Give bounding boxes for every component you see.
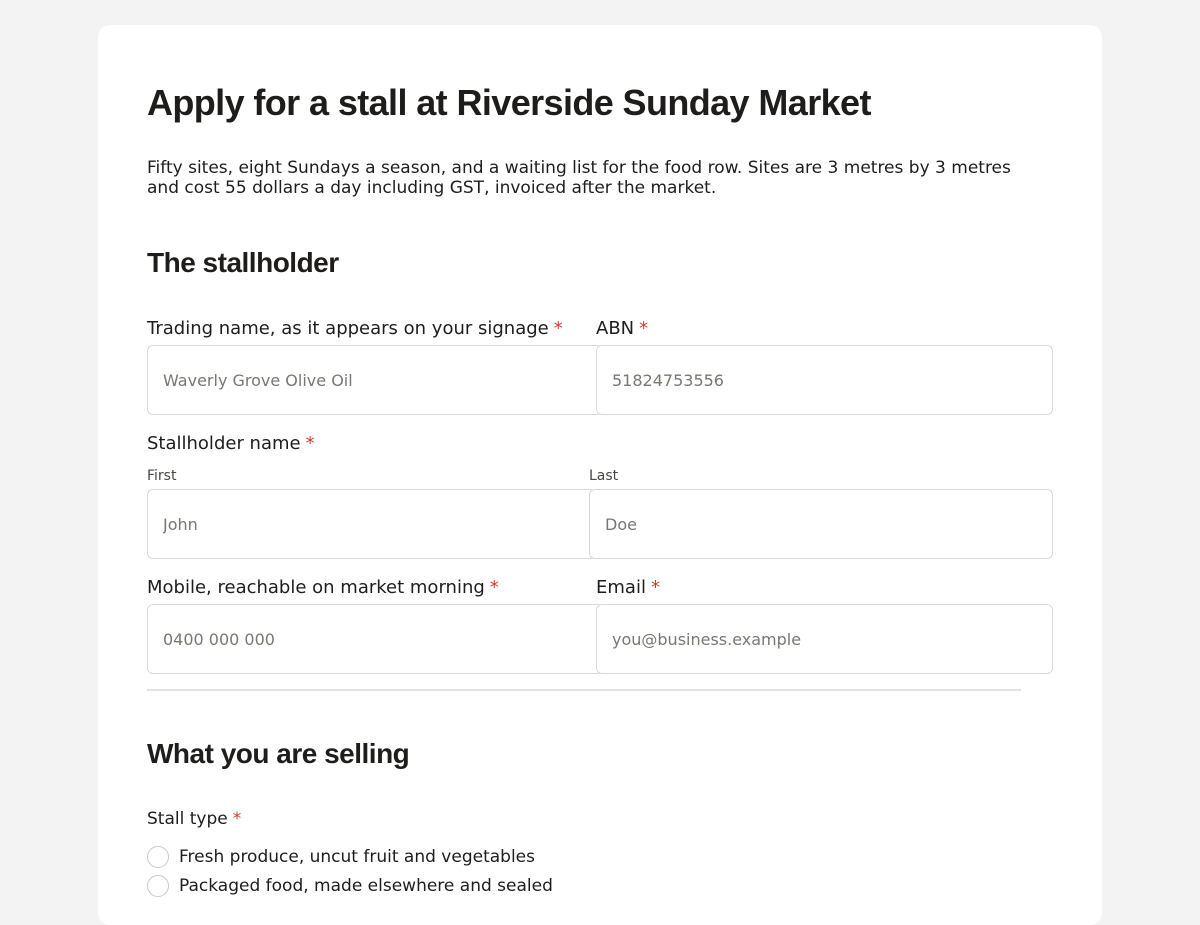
page-title: Apply for a stall at Riverside Sunday Ma… xyxy=(147,82,871,123)
email-input[interactable] xyxy=(596,604,1053,674)
mobile-label: Mobile, reachable on market morning * xyxy=(147,577,499,599)
required-marker: * xyxy=(553,318,563,339)
stallholder-name-label-text: Stallholder name xyxy=(147,433,301,454)
email-label-text: Email xyxy=(596,577,646,598)
stall-type-option-fresh-produce[interactable]: Fresh produce, uncut fruit and vegetable… xyxy=(147,845,535,869)
stall-type-option-packaged-food[interactable]: Packaged food, made elsewhere and sealed xyxy=(147,874,553,898)
stall-type-label: Stall typeStall type* xyxy=(147,808,241,830)
stallholder-heading: The stallholder xyxy=(147,247,339,278)
required-marker: * xyxy=(489,577,499,598)
first-name-input[interactable] xyxy=(147,489,596,559)
abn-label: ABN * xyxy=(596,318,648,340)
required-marker: * xyxy=(639,318,649,339)
mobile-label-text: Mobile, reachable on market morning xyxy=(147,577,485,598)
intro-text: Fifty sites, eight Sundays a season, and… xyxy=(147,158,1011,198)
radio-option-label: Packaged food, made elsewhere and sealed xyxy=(179,876,553,896)
required-marker: * xyxy=(232,809,242,829)
required-marker: * xyxy=(650,577,660,598)
section-divider xyxy=(147,689,1021,691)
stall-type-label-text: Stall type xyxy=(147,809,228,829)
radio-button[interactable] xyxy=(147,846,169,868)
abn-label-text: ABN xyxy=(596,318,635,339)
last-name-input[interactable] xyxy=(589,489,1053,559)
email-label: Email * xyxy=(596,577,660,599)
radio-button[interactable] xyxy=(147,875,169,897)
required-marker: * xyxy=(305,433,315,454)
mobile-input[interactable] xyxy=(147,604,603,674)
application-form-card: Apply for a stall at Riverside Sunday Ma… xyxy=(98,25,1102,925)
trading-name-label-text: Trading name, as it appears on your sign… xyxy=(147,318,549,339)
trading-name-label: Trading name, as it appears on your sign… xyxy=(147,318,563,340)
trading-name-input[interactable] xyxy=(147,345,603,415)
first-name-sublabel: First xyxy=(147,468,177,484)
last-name-sublabel: Last xyxy=(589,468,619,484)
selling-heading: What you are selling xyxy=(147,738,410,769)
radio-option-label: Fresh produce, uncut fruit and vegetable… xyxy=(179,847,535,867)
stallholder-name-label: Stallholder name * xyxy=(147,433,315,455)
abn-input[interactable] xyxy=(596,345,1053,415)
